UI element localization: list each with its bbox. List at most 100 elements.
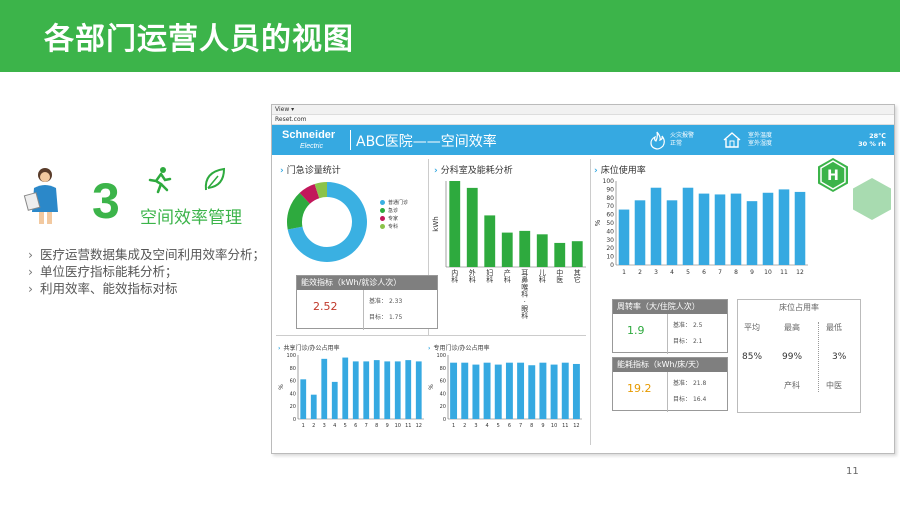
x-tick-label: 科 [486,275,493,284]
y-tick-label: 100 [286,353,296,359]
kpi-divider [667,314,668,354]
kpi-target: 目标： 16.4 [673,396,707,403]
browser-menu[interactable]: View ▾ [272,105,894,115]
outpatient-energy-kpi: 能效指标（kWh/就诊人次） 2.52 基准： 2.33 目标： 1.75 [296,275,438,330]
browser-url[interactable]: Reset.com [272,115,894,125]
occupancy-max-dept: 产科 [784,381,800,390]
bar [714,194,726,265]
leaf-icon [204,167,226,191]
kpi-title: 能效指标（kWh/就诊人次） [297,276,437,290]
occupancy-min-label: 最低 [826,323,842,332]
x-tick-label: 7 [718,269,722,276]
bar [517,362,525,419]
legend-item: 急诊 [380,207,408,215]
bed-title: › 床位使用率 [594,166,646,176]
bar [331,381,338,419]
x-tick-label: 4 [485,423,488,429]
x-tick-label: 8 [375,423,378,429]
bar [484,215,496,267]
y-tick-label: 100 [603,178,615,185]
x-tick-label: 10 [551,423,557,429]
bar [342,357,349,419]
y-tick-label: 80 [440,366,446,372]
svg-text:H: H [827,168,839,184]
panel-divider [276,335,586,336]
y-tick-label: 70 [606,203,614,210]
y-tick-label: 20 [440,404,446,410]
dedicated-occupancy-bar-chart: 020406080100%1 2 3 4 5 6 7 8 9 10 11 12 [428,353,582,429]
x-tick-label: 科 [504,275,511,284]
bed-energy-kpi: 能耗指标（kWh/床/天） 19.2 基准： 21.8 目标： 16.4 [612,357,728,412]
bed-occupancy-summary: 床位占用率 平均 最高 最低 85% 99% 3% 产科 中医 [737,299,861,413]
dashboard-window: View ▾ Reset.com Schneider Electric ABC医院… [271,104,895,454]
header-divider [350,130,351,150]
page-number: 11 [846,466,859,477]
x-tick-label: 10 [395,423,401,429]
x-tick-label: 8 [530,423,533,429]
bar [352,361,359,419]
x-tick-label: 12 [573,423,579,429]
public-occupancy-bar-chart: 020406080100%1 2 3 4 5 6 7 8 9 10 11 12 [278,353,424,429]
occupancy-max-label: 最高 [784,323,800,332]
bar [528,365,536,419]
x-tick-label: 1 [622,269,626,276]
dept-title: › 分科室及能耗分析 [434,166,513,176]
x-tick-label: 4 [670,269,674,276]
occupancy-min-value: 3% [832,352,847,362]
alarm-status: 火灾报警 正常 [670,132,695,147]
x-tick-label: 3 [654,269,658,276]
outpatient-donut-chart [287,182,367,262]
bar [536,234,548,267]
y-tick-label: 50 [606,220,614,227]
y-tick-label: 100 [436,353,446,359]
bar [450,362,458,419]
kpi-target: 目标： 1.75 [369,314,403,321]
y-tick-label: 90 [606,186,614,193]
fire-alarm-icon [650,131,665,150]
slide-title: 各部门运营人员的视图 [44,22,354,57]
x-tick-label: 4 [333,423,336,429]
person-with-clipboard-icon [23,168,58,224]
title-banner: 各部门运营人员的视图 [0,0,900,72]
occupancy-avg-value: 85% [742,352,763,362]
bar [405,360,412,419]
bar [572,363,580,419]
outpatient-legend: 普通门诊 急诊 专家 专科 [380,199,408,231]
bar [384,361,391,419]
brand-logo: Schneider Electric [282,129,336,151]
bar [483,362,491,419]
x-tick-label: 9 [750,269,754,276]
bar [571,241,583,267]
section-title: 空间效率管理 [140,208,242,228]
x-tick-label: 科 [521,311,528,320]
bar [415,361,422,419]
x-tick-label: 1 [452,423,455,429]
decorative-hex [853,178,891,220]
x-tick-label: 11 [562,423,568,429]
x-tick-label: 它 [574,275,581,284]
kpi-baseline: 基准： 2.33 [369,298,403,305]
bar [554,242,566,267]
bullet-list: 医疗运营数据集成及空间利用效率分析； 单位医疗指标能耗分析； 利用效率、能效指标… [28,246,268,297]
x-tick-label: 8 [734,269,738,276]
bar [746,201,758,265]
y-axis-label: % [278,384,285,390]
x-tick-label: 5 [497,423,500,429]
y-tick-label: 0 [443,417,446,423]
x-tick-label: 6 [354,423,357,429]
kpi-divider [667,372,668,412]
bar [494,364,502,419]
outpatient-title: › 门急诊量统计 [280,166,341,176]
y-tick-label: 80 [606,195,614,202]
x-tick-label: 5 [686,269,690,276]
bed-usage-bar-chart: 0102030405060708090100%1 2 3 4 5 6 7 8 9 10 11 12 [594,178,808,276]
legend-item: 普通门诊 [380,199,408,207]
bar [466,187,478,267]
bar [363,361,370,419]
bar [321,358,328,419]
y-tick-label: 20 [290,404,296,410]
x-tick-label: 科 [469,275,476,284]
y-tick-label: 60 [606,212,614,219]
bar [310,394,317,419]
bar [501,232,513,267]
